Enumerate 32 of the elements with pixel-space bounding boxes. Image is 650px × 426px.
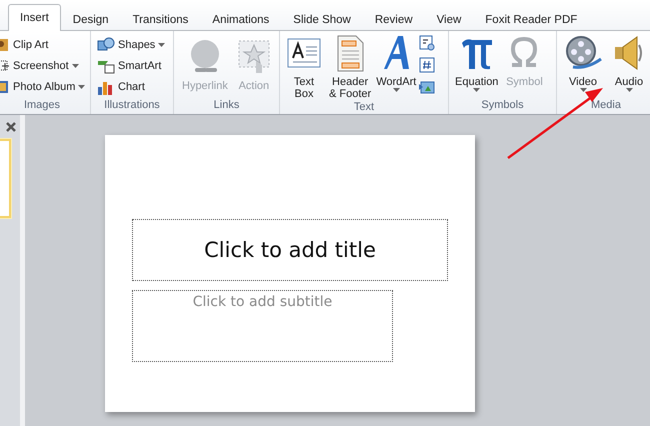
ribbon-button[interactable]: Audio <box>607 33 650 98</box>
ribbon-button[interactable]: Video <box>561 33 605 98</box>
ribbon-tab[interactable]: Slide Show <box>281 8 363 31</box>
group-label: Links <box>212 98 240 113</box>
ribbon-button[interactable]: Header & Footer <box>327 33 374 100</box>
group-label: Illustrations <box>103 98 161 113</box>
group-label: Symbols <box>480 98 525 113</box>
ribbon-button[interactable]: Photo Album <box>0 77 86 96</box>
ribbon-button[interactable]: WordArt <box>374 33 418 100</box>
ribbon-tab[interactable]: Transitions <box>120 8 200 31</box>
ribbon-button[interactable]: SmartArt <box>97 56 166 75</box>
title-placeholder[interactable]: Click to add title <box>132 219 448 281</box>
ribbon-tab[interactable]: Review <box>362 8 425 31</box>
ribbon-button[interactable]: Chart <box>97 77 166 96</box>
ribbon-item-icon <box>97 36 115 52</box>
group-label: Text <box>352 100 376 114</box>
ribbon-button[interactable]: Shapes <box>97 35 166 54</box>
ribbon-tab[interactable]: Insert <box>8 4 61 31</box>
close-icon[interactable] <box>5 121 17 133</box>
ribbon-button[interactable]: Screenshot <box>0 56 86 75</box>
ribbon-tab[interactable]: Foxit Reader PDF <box>473 8 590 31</box>
ribbon-button[interactable]: Clip Art <box>0 35 86 54</box>
ribbon-tab[interactable]: View <box>424 8 474 31</box>
group-label: Images <box>22 98 62 113</box>
ribbon-tab[interactable]: Design <box>60 8 121 31</box>
ribbon-button[interactable]: Equation <box>453 33 500 98</box>
ribbon-small-icon[interactable] <box>419 35 436 51</box>
ribbon-tab[interactable]: Animations <box>200 8 282 31</box>
group-label: Media <box>590 98 622 113</box>
ribbon-small-icon[interactable] <box>419 57 436 73</box>
ribbon-button[interactable]: Text Box <box>282 33 326 100</box>
slide-thumbnail[interactable] <box>0 139 11 218</box>
